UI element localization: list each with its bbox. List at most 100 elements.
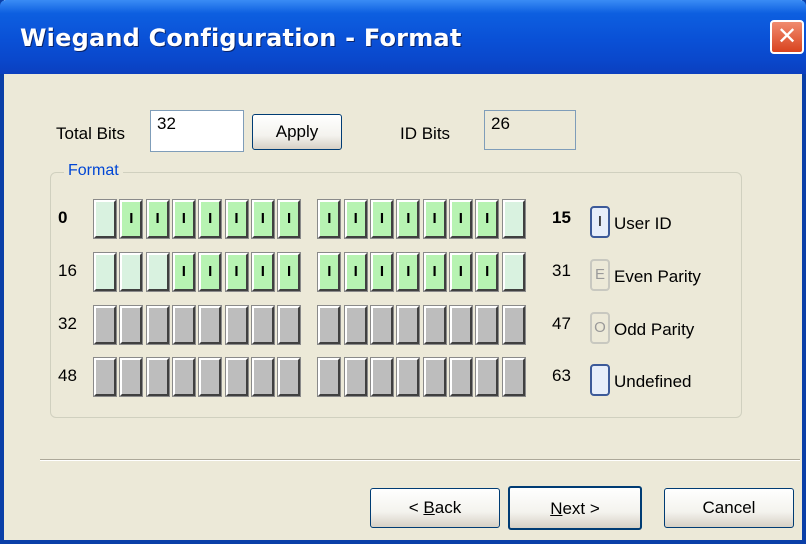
bit-cell[interactable]: I — [119, 199, 144, 239]
bit-cell[interactable]: I — [145, 199, 170, 239]
dialog-window: Wiegand Configuration - Format ✕ Total B… — [0, 0, 806, 544]
bit-cell[interactable] — [93, 252, 117, 292]
format-group-legend: Format — [64, 162, 123, 180]
bit-cell[interactable] — [448, 305, 473, 345]
bit-cell[interactable]: I — [171, 199, 196, 239]
bit-row: 0 I I I I I I I I I I I I I I 15 — [4, 199, 806, 239]
bit-cell[interactable]: I — [448, 252, 473, 292]
row-start-index: 16 — [58, 261, 77, 280]
bit-cell[interactable] — [277, 305, 302, 345]
bit-cell[interactable]: I — [343, 252, 368, 292]
bit-cell[interactable]: I — [198, 252, 223, 292]
total-bits-input[interactable]: 32 — [150, 110, 244, 152]
bit-cell[interactable]: I — [171, 252, 196, 292]
back-button[interactable]: < Back — [370, 488, 500, 528]
bit-cell[interactable] — [396, 305, 421, 345]
even-parity-glyph: E — [594, 266, 605, 283]
back-prefix: < — [408, 498, 424, 517]
footer-separator — [40, 459, 800, 461]
back-rest: ack — [434, 498, 462, 517]
user-id-legend-label: User ID — [614, 214, 672, 233]
bit-cell[interactable]: I — [198, 199, 223, 239]
bit-cell[interactable] — [93, 199, 117, 239]
bit-cell[interactable] — [119, 305, 144, 345]
row-end-index: 31 — [552, 261, 571, 280]
even-parity-legend-button[interactable]: E — [590, 259, 610, 291]
bit-cell[interactable] — [475, 357, 500, 397]
bit-cell[interactable]: I — [277, 252, 302, 292]
bit-cell[interactable] — [396, 357, 421, 397]
bit-cell[interactable] — [343, 357, 368, 397]
bit-cell[interactable] — [370, 357, 394, 397]
row-end-index: 15 — [552, 208, 571, 227]
bit-cell[interactable]: I — [224, 252, 249, 292]
undefined-legend-label: Undefined — [614, 372, 692, 391]
bit-cell[interactable]: I — [396, 199, 421, 239]
bit-cell[interactable] — [224, 357, 249, 397]
cancel-button[interactable]: Cancel — [664, 488, 794, 528]
bit-cell[interactable] — [171, 305, 196, 345]
bit-cell[interactable] — [250, 305, 275, 345]
bit-cell[interactable] — [119, 252, 144, 292]
bit-cell[interactable] — [475, 305, 500, 345]
bit-cell[interactable]: I — [422, 252, 447, 292]
row-start-index: 0 — [58, 208, 68, 227]
odd-parity-legend-button[interactable]: O — [590, 312, 610, 344]
bit-cell[interactable] — [145, 305, 170, 345]
bit-cell[interactable]: I — [317, 199, 342, 239]
bit-cell[interactable] — [250, 357, 275, 397]
bit-cell[interactable]: I — [250, 199, 275, 239]
bit-cell[interactable]: I — [343, 199, 368, 239]
row-start-index: 32 — [58, 314, 77, 333]
bit-cell[interactable] — [317, 357, 342, 397]
bit-cell[interactable]: I — [224, 199, 249, 239]
odd-parity-legend-label: Odd Parity — [614, 320, 695, 339]
bit-cell[interactable] — [198, 357, 223, 397]
bit-cell[interactable]: I — [370, 252, 394, 292]
bit-cell[interactable] — [171, 357, 196, 397]
bit-cell[interactable]: I — [277, 199, 302, 239]
bit-cell[interactable]: I — [475, 199, 500, 239]
bit-cell[interactable] — [370, 305, 394, 345]
next-rest: ext > — [562, 499, 600, 518]
row-start-index: 48 — [58, 366, 77, 385]
bit-cell[interactable] — [93, 305, 117, 345]
bit-cell[interactable] — [501, 252, 526, 292]
apply-button[interactable]: Apply — [252, 114, 342, 150]
even-parity-legend-label: Even Parity — [614, 267, 701, 286]
bit-cell[interactable]: I — [317, 252, 342, 292]
bit-cell[interactable]: I — [396, 252, 421, 292]
bit-cell[interactable] — [119, 357, 144, 397]
bit-cell[interactable]: I — [475, 252, 500, 292]
bit-cell[interactable] — [501, 357, 526, 397]
next-button[interactable]: Next > — [508, 486, 642, 530]
bit-cell[interactable] — [343, 305, 368, 345]
bit-cell[interactable] — [145, 252, 170, 292]
bit-cell[interactable] — [501, 199, 526, 239]
next-mnemonic: N — [550, 499, 563, 518]
id-bits-field: 26 — [484, 110, 576, 150]
row-end-index: 63 — [552, 366, 571, 385]
total-bits-label: Total Bits — [56, 124, 125, 143]
bit-cell[interactable] — [145, 357, 170, 397]
bit-cell[interactable] — [501, 305, 526, 345]
user-id-glyph: I — [597, 213, 603, 230]
bit-cell[interactable] — [198, 305, 223, 345]
bit-cell[interactable]: I — [422, 199, 447, 239]
close-button[interactable]: ✕ — [770, 20, 804, 54]
bit-cell[interactable] — [224, 305, 249, 345]
bit-cell[interactable] — [93, 357, 117, 397]
bit-cell[interactable] — [422, 305, 447, 345]
bit-cell[interactable]: I — [250, 252, 275, 292]
bit-cell[interactable] — [277, 357, 302, 397]
odd-parity-glyph: O — [594, 319, 606, 336]
bit-cell[interactable]: I — [370, 199, 394, 239]
bit-cell[interactable] — [422, 357, 447, 397]
bit-cell[interactable] — [448, 357, 473, 397]
undefined-legend-button[interactable] — [590, 364, 610, 396]
user-id-legend-button[interactable]: I — [590, 206, 610, 238]
bit-cell[interactable]: I — [448, 199, 473, 239]
bit-cell[interactable] — [317, 305, 342, 345]
close-icon: ✕ — [776, 22, 798, 50]
title-bar[interactable]: Wiegand Configuration - Format ✕ — [0, 0, 806, 74]
